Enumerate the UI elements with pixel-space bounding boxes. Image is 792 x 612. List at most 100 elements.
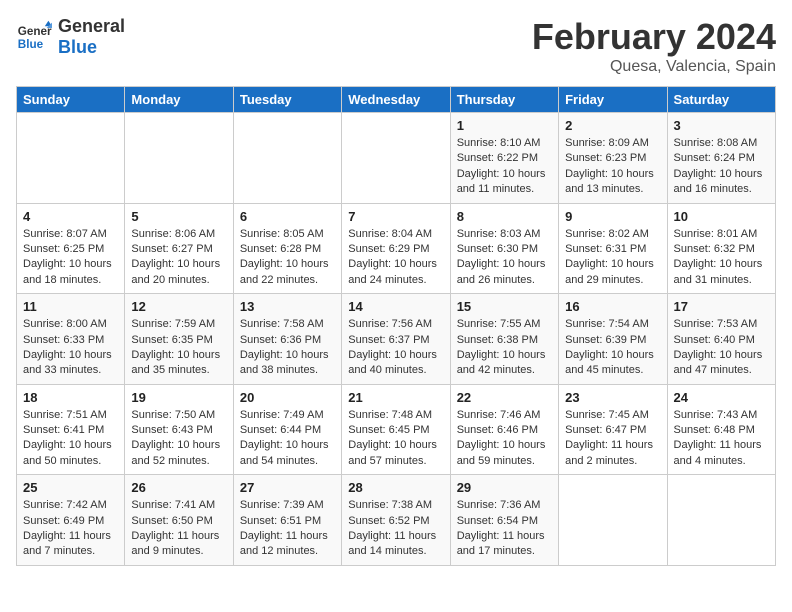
day-info: Sunrise: 8:09 AM Sunset: 6:23 PM Dayligh… (565, 136, 660, 198)
calendar-cell: 9Sunrise: 8:02 AM Sunset: 6:31 PM Daylig… (559, 203, 667, 294)
calendar-cell: 2 Sunrise: 8:09 AM Sunset: 6:23 PM Daylig… (559, 113, 667, 204)
day-info: Sunrise: 8:08 AM Sunset: 6:24 PM Dayligh… (674, 136, 769, 198)
day-number: 6 (240, 209, 335, 224)
day-number: 2 (565, 118, 660, 133)
day-info: Sunrise: 8:03 AM Sunset: 6:30 PM Dayligh… (457, 227, 552, 289)
calendar-cell: 27 Sunrise: 7:39 AM Sunset: 6:51 PM Dayli… (233, 475, 341, 566)
day-of-week-header: Tuesday (233, 87, 341, 113)
day-number: 18 (23, 390, 118, 405)
calendar-cell: 24Sunrise: 7:43 AM Sunset: 6:48 PM Dayli… (667, 384, 775, 475)
day-number: 22 (457, 390, 552, 405)
calendar-cell: 17 Sunrise: 7:53 AM Sunset: 6:40 PM Dayli… (667, 294, 775, 385)
logo-text-blue: Blue (58, 37, 125, 58)
day-number: 3 (674, 118, 769, 133)
calendar-cell: 15 Sunrise: 7:55 AM Sunset: 6:38 PM Dayli… (450, 294, 558, 385)
day-info: Sunrise: 7:54 AM Sunset: 6:39 PM Dayligh… (565, 317, 660, 379)
calendar-cell (17, 113, 125, 204)
title-block: February 2024 Quesa, Valencia, Spain (532, 16, 776, 76)
day-info: Sunrise: 8:10 AM Sunset: 6:22 PM Dayligh… (457, 136, 552, 198)
day-info: Sunrise: 7:42 AM Sunset: 6:49 PM Dayligh… (23, 498, 118, 560)
day-info: Sunrise: 8:06 AM Sunset: 6:27 PM Dayligh… (131, 227, 226, 289)
calendar-header-row: SundayMondayTuesdayWednesdayThursdayFrid… (17, 87, 776, 113)
day-info: Sunrise: 7:58 AM Sunset: 6:36 PM Dayligh… (240, 317, 335, 379)
day-number: 5 (131, 209, 226, 224)
day-number: 16 (565, 299, 660, 314)
calendar-cell (342, 113, 450, 204)
calendar-cell: 25 Sunrise: 7:42 AM Sunset: 6:49 PM Dayli… (17, 475, 125, 566)
day-info: Sunrise: 8:02 AM Sunset: 6:31 PM Dayligh… (565, 227, 660, 289)
day-info: Sunrise: 7:49 AM Sunset: 6:44 PM Dayligh… (240, 408, 335, 470)
day-of-week-header: Thursday (450, 87, 558, 113)
day-info: Sunrise: 7:53 AM Sunset: 6:40 PM Dayligh… (674, 317, 769, 379)
calendar-cell: 4 Sunrise: 8:07 AM Sunset: 6:25 PM Daylig… (17, 203, 125, 294)
calendar-cell: 13 Sunrise: 7:58 AM Sunset: 6:36 PM Dayli… (233, 294, 341, 385)
day-number: 24 (674, 390, 769, 405)
calendar-cell: 21Sunrise: 7:48 AM Sunset: 6:45 PM Dayli… (342, 384, 450, 475)
day-number: 13 (240, 299, 335, 314)
calendar-cell: 7Sunrise: 8:04 AM Sunset: 6:29 PM Daylig… (342, 203, 450, 294)
day-info: Sunrise: 8:01 AM Sunset: 6:32 PM Dayligh… (674, 227, 769, 289)
calendar-cell (559, 475, 667, 566)
day-info: Sunrise: 7:36 AM Sunset: 6:54 PM Dayligh… (457, 498, 552, 560)
day-number: 27 (240, 480, 335, 495)
calendar-cell: 23Sunrise: 7:45 AM Sunset: 6:47 PM Dayli… (559, 384, 667, 475)
day-number: 25 (23, 480, 118, 495)
calendar-cell: 14 Sunrise: 7:56 AM Sunset: 6:37 PM Dayli… (342, 294, 450, 385)
day-number: 14 (348, 299, 443, 314)
day-info: Sunrise: 8:00 AM Sunset: 6:33 PM Dayligh… (23, 317, 118, 379)
svg-text:Blue: Blue (18, 37, 44, 50)
calendar-cell: 28 Sunrise: 7:38 AM Sunset: 6:52 PM Dayli… (342, 475, 450, 566)
day-number: 28 (348, 480, 443, 495)
calendar-cell: 19 Sunrise: 7:50 AM Sunset: 6:43 PM Dayli… (125, 384, 233, 475)
day-number: 10 (674, 209, 769, 224)
day-of-week-header: Saturday (667, 87, 775, 113)
calendar-week-row: 11Sunrise: 8:00 AM Sunset: 6:33 PM Dayli… (17, 294, 776, 385)
page-header: General Blue General Blue February 2024 … (16, 16, 776, 76)
day-of-week-header: Sunday (17, 87, 125, 113)
day-number: 17 (674, 299, 769, 314)
calendar-cell (233, 113, 341, 204)
logo-icon: General Blue (16, 19, 52, 55)
day-number: 20 (240, 390, 335, 405)
calendar-cell: 16 Sunrise: 7:54 AM Sunset: 6:39 PM Dayli… (559, 294, 667, 385)
day-info: Sunrise: 8:04 AM Sunset: 6:29 PM Dayligh… (348, 227, 443, 289)
day-info: Sunrise: 7:46 AM Sunset: 6:46 PM Dayligh… (457, 408, 552, 470)
day-info: Sunrise: 7:39 AM Sunset: 6:51 PM Dayligh… (240, 498, 335, 560)
day-number: 15 (457, 299, 552, 314)
calendar-cell: 29 Sunrise: 7:36 AM Sunset: 6:54 PM Dayli… (450, 475, 558, 566)
calendar-cell: 6 Sunrise: 8:05 AM Sunset: 6:28 PM Daylig… (233, 203, 341, 294)
calendar-cell: 8 Sunrise: 8:03 AM Sunset: 6:30 PM Daylig… (450, 203, 558, 294)
svg-text:General: General (18, 25, 52, 38)
day-of-week-header: Friday (559, 87, 667, 113)
calendar-cell: 3 Sunrise: 8:08 AM Sunset: 6:24 PM Daylig… (667, 113, 775, 204)
day-of-week-header: Wednesday (342, 87, 450, 113)
day-info: Sunrise: 8:07 AM Sunset: 6:25 PM Dayligh… (23, 227, 118, 289)
day-info: Sunrise: 7:56 AM Sunset: 6:37 PM Dayligh… (348, 317, 443, 379)
calendar-cell: 11Sunrise: 8:00 AM Sunset: 6:33 PM Dayli… (17, 294, 125, 385)
day-info: Sunrise: 7:51 AM Sunset: 6:41 PM Dayligh… (23, 408, 118, 470)
day-number: 12 (131, 299, 226, 314)
calendar-week-row: 1Sunrise: 8:10 AM Sunset: 6:22 PM Daylig… (17, 113, 776, 204)
calendar-week-row: 18 Sunrise: 7:51 AM Sunset: 6:41 PM Dayli… (17, 384, 776, 475)
day-info: Sunrise: 7:59 AM Sunset: 6:35 PM Dayligh… (131, 317, 226, 379)
day-info: Sunrise: 7:38 AM Sunset: 6:52 PM Dayligh… (348, 498, 443, 560)
month-year: February 2024 (532, 16, 776, 58)
day-of-week-header: Monday (125, 87, 233, 113)
day-info: Sunrise: 7:45 AM Sunset: 6:47 PM Dayligh… (565, 408, 660, 470)
calendar-cell: 10 Sunrise: 8:01 AM Sunset: 6:32 PM Dayli… (667, 203, 775, 294)
day-info: Sunrise: 7:55 AM Sunset: 6:38 PM Dayligh… (457, 317, 552, 379)
calendar-cell: 20 Sunrise: 7:49 AM Sunset: 6:44 PM Dayli… (233, 384, 341, 475)
day-info: Sunrise: 7:50 AM Sunset: 6:43 PM Dayligh… (131, 408, 226, 470)
day-info: Sunrise: 8:05 AM Sunset: 6:28 PM Dayligh… (240, 227, 335, 289)
day-number: 8 (457, 209, 552, 224)
day-info: Sunrise: 7:41 AM Sunset: 6:50 PM Dayligh… (131, 498, 226, 560)
calendar-cell: 12 Sunrise: 7:59 AM Sunset: 6:35 PM Dayli… (125, 294, 233, 385)
calendar-cell (667, 475, 775, 566)
day-number: 29 (457, 480, 552, 495)
calendar-cell: 5 Sunrise: 8:06 AM Sunset: 6:27 PM Daylig… (125, 203, 233, 294)
logo: General Blue General Blue (16, 16, 125, 57)
day-number: 26 (131, 480, 226, 495)
calendar-cell: 26 Sunrise: 7:41 AM Sunset: 6:50 PM Dayli… (125, 475, 233, 566)
day-number: 19 (131, 390, 226, 405)
day-number: 4 (23, 209, 118, 224)
